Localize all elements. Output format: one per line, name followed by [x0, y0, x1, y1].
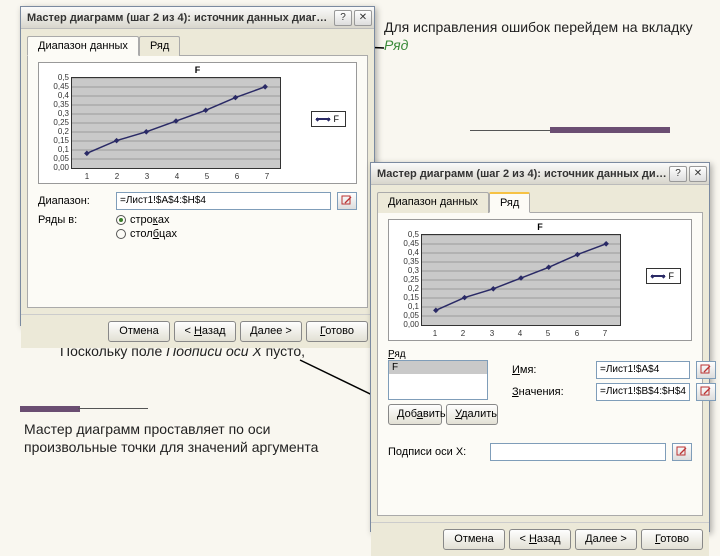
close-button[interactable]: ✕	[689, 166, 707, 182]
chart-legend: F	[311, 111, 347, 127]
tab-data-range[interactable]: Диапазон данных	[27, 36, 139, 56]
panel-data-range: F F 0,00 0,05 0,1 0,15 0,2 0,25 0,3	[27, 56, 368, 308]
remove-series-button[interactable]: Удалить	[446, 404, 498, 425]
help-button[interactable]: ?	[669, 166, 687, 182]
tabstrip: Диапазон данных Ряд	[377, 191, 703, 213]
add-series-button[interactable]: Добавить	[388, 404, 442, 425]
xaxis-labels-input[interactable]	[490, 443, 666, 461]
values-label: Значения:	[512, 386, 590, 398]
next-button[interactable]: Далее >	[240, 321, 302, 342]
plot-area	[421, 234, 621, 326]
xaxis-labels-label: Подписи оси X:	[388, 446, 484, 458]
cancel-button[interactable]: Отмена	[108, 321, 170, 342]
annotation-fix-errors: Для исправления ошибок перейдем на вклад…	[384, 18, 704, 54]
name-ref-button[interactable]	[696, 361, 716, 379]
chart-preview: F F 0,00 0,05 0,1 0,15 0,2 0,25 0,3	[38, 62, 357, 184]
back-button[interactable]: < Назад	[174, 321, 236, 342]
chart-wizard-dialog-step2-range: Мастер диаграмм (шаг 2 из 4): источник д…	[20, 6, 375, 326]
values-input[interactable]: =Лист1!$B$4:$H$4	[596, 383, 690, 401]
decorative-rule-left-line	[78, 408, 148, 409]
rows-in-label: Ряды в:	[38, 214, 110, 226]
series-item[interactable]: F	[389, 361, 487, 374]
chart-wizard-dialog-step2-series: Мастер диаграмм (шаг 2 из 4): источник д…	[370, 162, 710, 532]
tabstrip: Диапазон данных Ряд	[27, 35, 368, 56]
tab-series[interactable]: Ряд	[489, 192, 530, 213]
values-ref-button[interactable]	[696, 383, 716, 401]
decorative-rule	[470, 130, 670, 134]
xaxis-ref-button[interactable]	[672, 443, 692, 461]
tab-series[interactable]: Ряд	[139, 36, 180, 56]
chart-title: F	[389, 220, 691, 232]
titlebar[interactable]: Мастер диаграмм (шаг 2 из 4): источник д…	[21, 7, 374, 29]
annotation-arbitrary-points: Мастер диаграмм проставляет по оси произ…	[24, 420, 344, 456]
decorative-rule-left	[20, 406, 80, 412]
radio-columns[interactable]: столбцах	[116, 228, 177, 240]
name-input[interactable]: =Лист1!$A$4	[596, 361, 690, 379]
window-title: Мастер диаграмм (шаг 2 из 4): источник д…	[27, 12, 332, 24]
titlebar[interactable]: Мастер диаграмм (шаг 2 из 4): источник д…	[371, 163, 709, 185]
radio-rows[interactable]: строках	[116, 214, 177, 226]
range-ref-button[interactable]	[337, 192, 357, 210]
plot-area	[71, 77, 281, 169]
help-button[interactable]: ?	[334, 10, 352, 26]
finish-button[interactable]: Готово	[306, 321, 368, 342]
dialog-buttons: Отмена < Назад Далее > Готово	[21, 314, 374, 348]
chart-legend: F	[646, 268, 682, 284]
series-listbox[interactable]: F	[388, 360, 488, 400]
range-label: Диапазон:	[38, 195, 110, 207]
name-label: Имя:	[512, 364, 590, 376]
dialog-buttons: Отмена < Назад Далее > Готово	[371, 522, 709, 556]
chart-title: F	[39, 63, 356, 75]
window-title: Мастер диаграмм (шаг 2 из 4): источник д…	[377, 168, 667, 180]
range-input[interactable]: =Лист1!$A$4:$H$4	[116, 192, 331, 210]
panel-series: F F 0,00 0,05 0,1 0,15 0,2 0,25 0,3 0,35…	[377, 213, 703, 516]
tab-data-range[interactable]: Диапазон данных	[377, 192, 489, 213]
chart-preview: F F 0,00 0,05 0,1 0,15 0,2 0,25 0,3 0,35…	[388, 219, 692, 341]
series-list-label: Ряд	[388, 349, 498, 360]
close-button[interactable]: ✕	[354, 10, 372, 26]
